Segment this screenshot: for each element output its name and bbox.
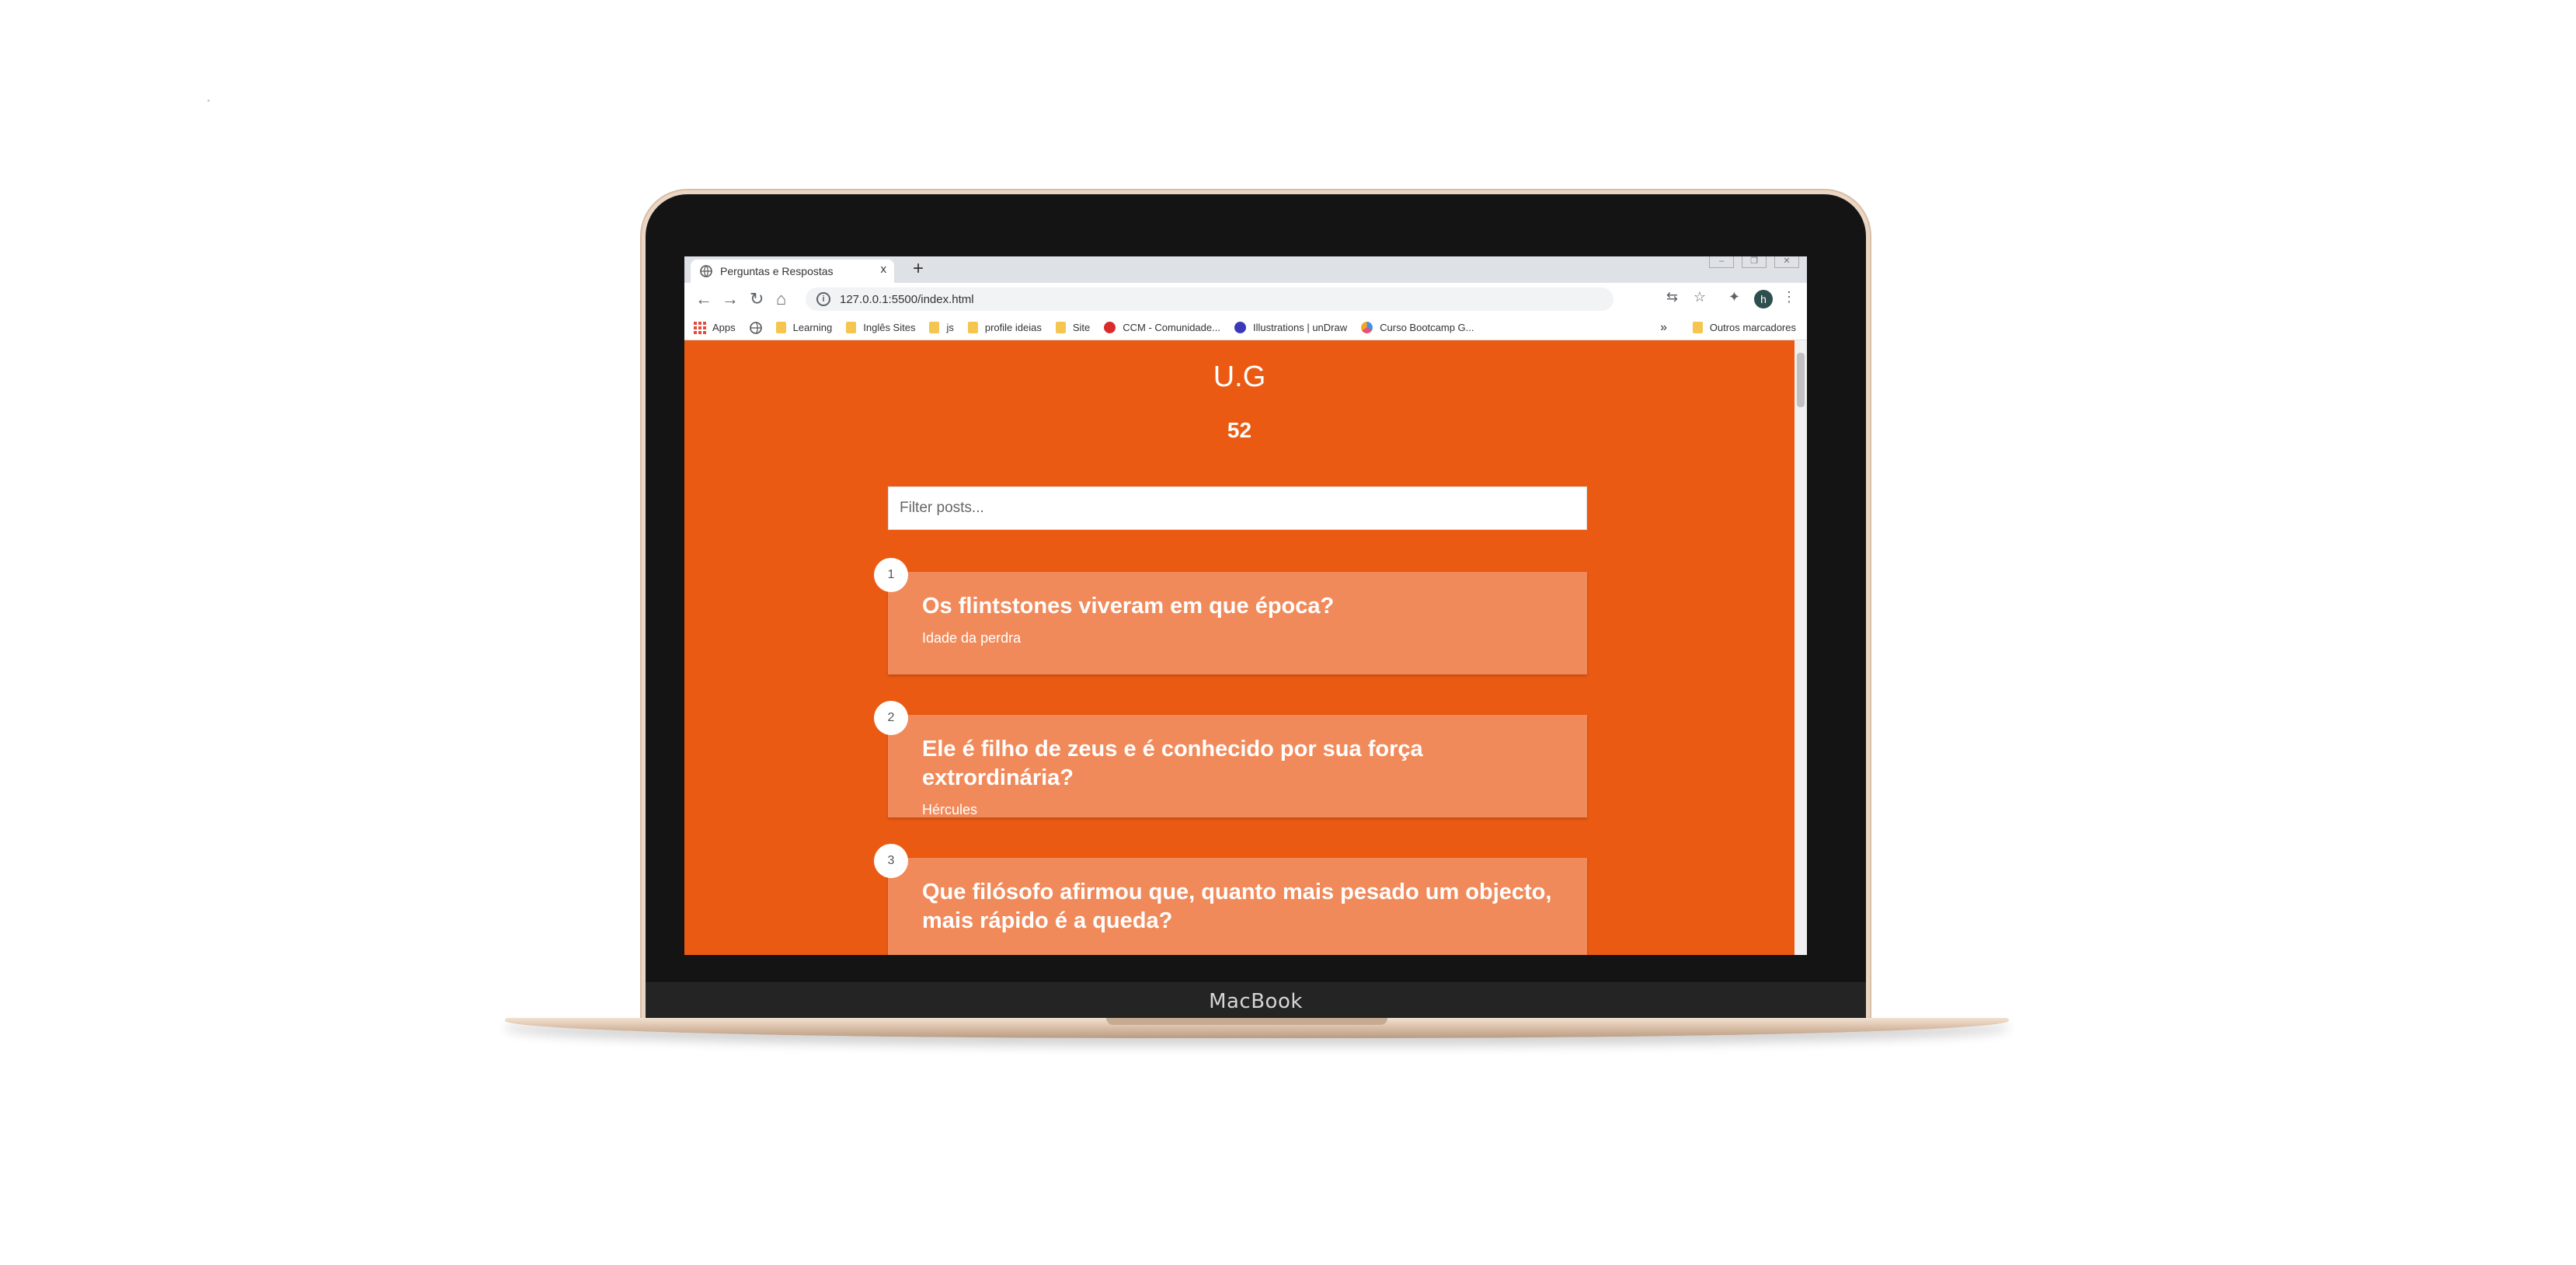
post-count: 52 (1227, 418, 1252, 442)
page-logo: U.G (1213, 361, 1266, 393)
back-arrow-icon[interactable]: ← (695, 289, 712, 309)
bookmark-learning[interactable]: Learning (775, 322, 832, 333)
globe-icon (700, 265, 712, 277)
close-window-icon[interactable]: ✕ (1774, 256, 1799, 268)
macbook-brand-label: MacBook (1209, 990, 1303, 1013)
page-scrollbar[interactable] (1794, 340, 1807, 955)
bookmark-js[interactable]: js (929, 322, 954, 333)
bookmark-globe[interactable] (749, 321, 762, 334)
new-tab-button[interactable]: + (913, 258, 924, 280)
bootcamp-icon (1361, 322, 1373, 333)
close-tab-icon[interactable]: x (881, 263, 887, 276)
browser-tab[interactable]: Perguntas e Respostas x (691, 260, 894, 283)
home-icon[interactable]: ⌂ (776, 289, 786, 309)
bookmarks-overflow-icon[interactable]: » (1660, 321, 1667, 335)
star-icon[interactable]: ☆ (1694, 289, 1706, 305)
browser-toolbar: ← → ↻ ⌂ i 127.0.0.1:5500/index.html ⇆ ☆ … (684, 283, 1807, 315)
bookmark-apps[interactable]: Apps (694, 321, 736, 334)
bookmark-ingles-sites[interactable]: Inglês Sites (846, 322, 915, 333)
folder-icon (929, 322, 940, 333)
bookmark-site[interactable]: Site (1055, 322, 1090, 333)
bookmarks-bar: Apps Learning Inglês Sites js profile id… (684, 315, 1807, 340)
folder-icon (846, 322, 857, 333)
post-body: Hércules (922, 802, 978, 817)
page-content: U.G 52 1 Os flintstones viveram em que é… (684, 340, 1794, 955)
info-icon[interactable]: i (816, 292, 830, 306)
post-body: Idade da perdra (922, 630, 1022, 646)
restore-icon[interactable]: ❐ (1742, 256, 1767, 268)
filter-input[interactable] (888, 486, 1587, 530)
globe-icon (749, 321, 762, 334)
background-speck (207, 99, 210, 102)
post-card: 3 Que filósofo afirmou que, quanto mais … (874, 844, 1587, 955)
macbook-notch (1106, 1018, 1387, 1025)
post-title: Ele é filho de zeus e é conhecido por su… (922, 737, 1423, 790)
apps-grid-icon (694, 321, 706, 334)
scrollbar-thumb[interactable] (1797, 353, 1805, 407)
menu-dots-icon[interactable]: ⋮ (1782, 289, 1796, 305)
forward-arrow-icon[interactable]: → (722, 289, 739, 309)
post-number: 1 (874, 558, 908, 592)
bookmark-undraw[interactable]: Illustrations | unDraw (1234, 322, 1347, 333)
address-bar[interactable]: i 127.0.0.1:5500/index.html (806, 288, 1613, 311)
folder-icon (967, 322, 978, 333)
folder-icon (775, 322, 786, 333)
post-title: Que filósofo afirmou que, quanto mais pe… (922, 880, 1552, 933)
tab-title: Perguntas e Respostas (720, 265, 834, 277)
post-number: 2 (874, 701, 908, 735)
window-controls: – ❐ ✕ (1709, 256, 1799, 268)
post-title: Os flintstones viveram em que época? (922, 594, 1335, 619)
bookmark-profile-ideias[interactable]: profile ideias (967, 322, 1042, 333)
minimize-icon[interactable]: – (1709, 256, 1734, 268)
ccm-icon (1104, 322, 1116, 333)
folder-icon (1055, 322, 1066, 333)
folder-icon (1692, 322, 1703, 333)
reload-icon[interactable]: ↻ (750, 289, 764, 309)
bookmark-bootcamp[interactable]: Curso Bootcamp G... (1361, 322, 1474, 333)
undraw-icon (1234, 322, 1246, 333)
post-card: 1 Os flintstones viveram em que época? I… (874, 558, 1587, 674)
profile-avatar[interactable]: h (1754, 290, 1773, 308)
url-text: 127.0.0.1:5500/index.html (840, 292, 974, 306)
bookmark-ccm[interactable]: CCM - Comunidade... (1104, 322, 1220, 333)
browser-window: Perguntas e Respostas x + – ❐ ✕ ← → ↻ ⌂ … (684, 256, 1807, 955)
post-card: 2 Ele é filho de zeus e é conhecido por … (874, 701, 1587, 817)
other-bookmarks[interactable]: Outros marcadores (1692, 322, 1796, 333)
extensions-icon[interactable]: ✦ (1728, 289, 1740, 305)
translate-icon[interactable]: ⇆ (1666, 289, 1678, 305)
post-number: 3 (874, 844, 908, 878)
tab-bar: Perguntas e Respostas x + – ❐ ✕ (684, 256, 1807, 283)
macbook-chin: MacBook (646, 982, 1866, 1021)
